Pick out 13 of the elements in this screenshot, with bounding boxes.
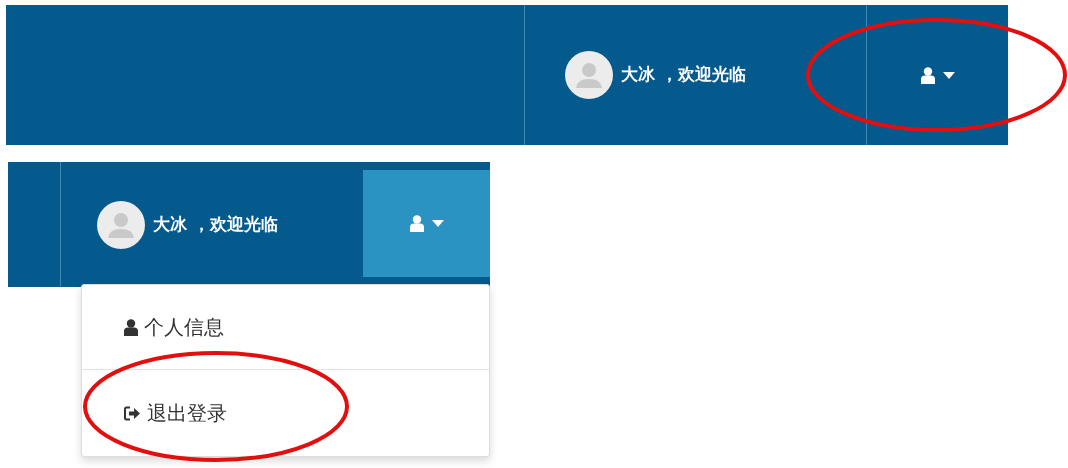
user-icon <box>409 215 424 232</box>
user-icon <box>920 66 935 84</box>
welcome-text: 大冰 ，欢迎光临 <box>153 212 278 236</box>
avatar-icon <box>97 200 145 249</box>
user-icon <box>124 318 138 336</box>
menu-item[interactable]: 退出登录 <box>82 369 489 456</box>
welcome-text: 大冰 ，欢迎光临 <box>621 63 746 87</box>
menu-item[interactable]: 个人信息 <box>82 285 489 369</box>
user-menu-toggle[interactable] <box>363 170 490 277</box>
caret-icon <box>942 71 955 79</box>
avatar-icon <box>565 51 613 99</box>
logout-icon <box>124 405 141 421</box>
caret-icon <box>431 220 444 227</box>
